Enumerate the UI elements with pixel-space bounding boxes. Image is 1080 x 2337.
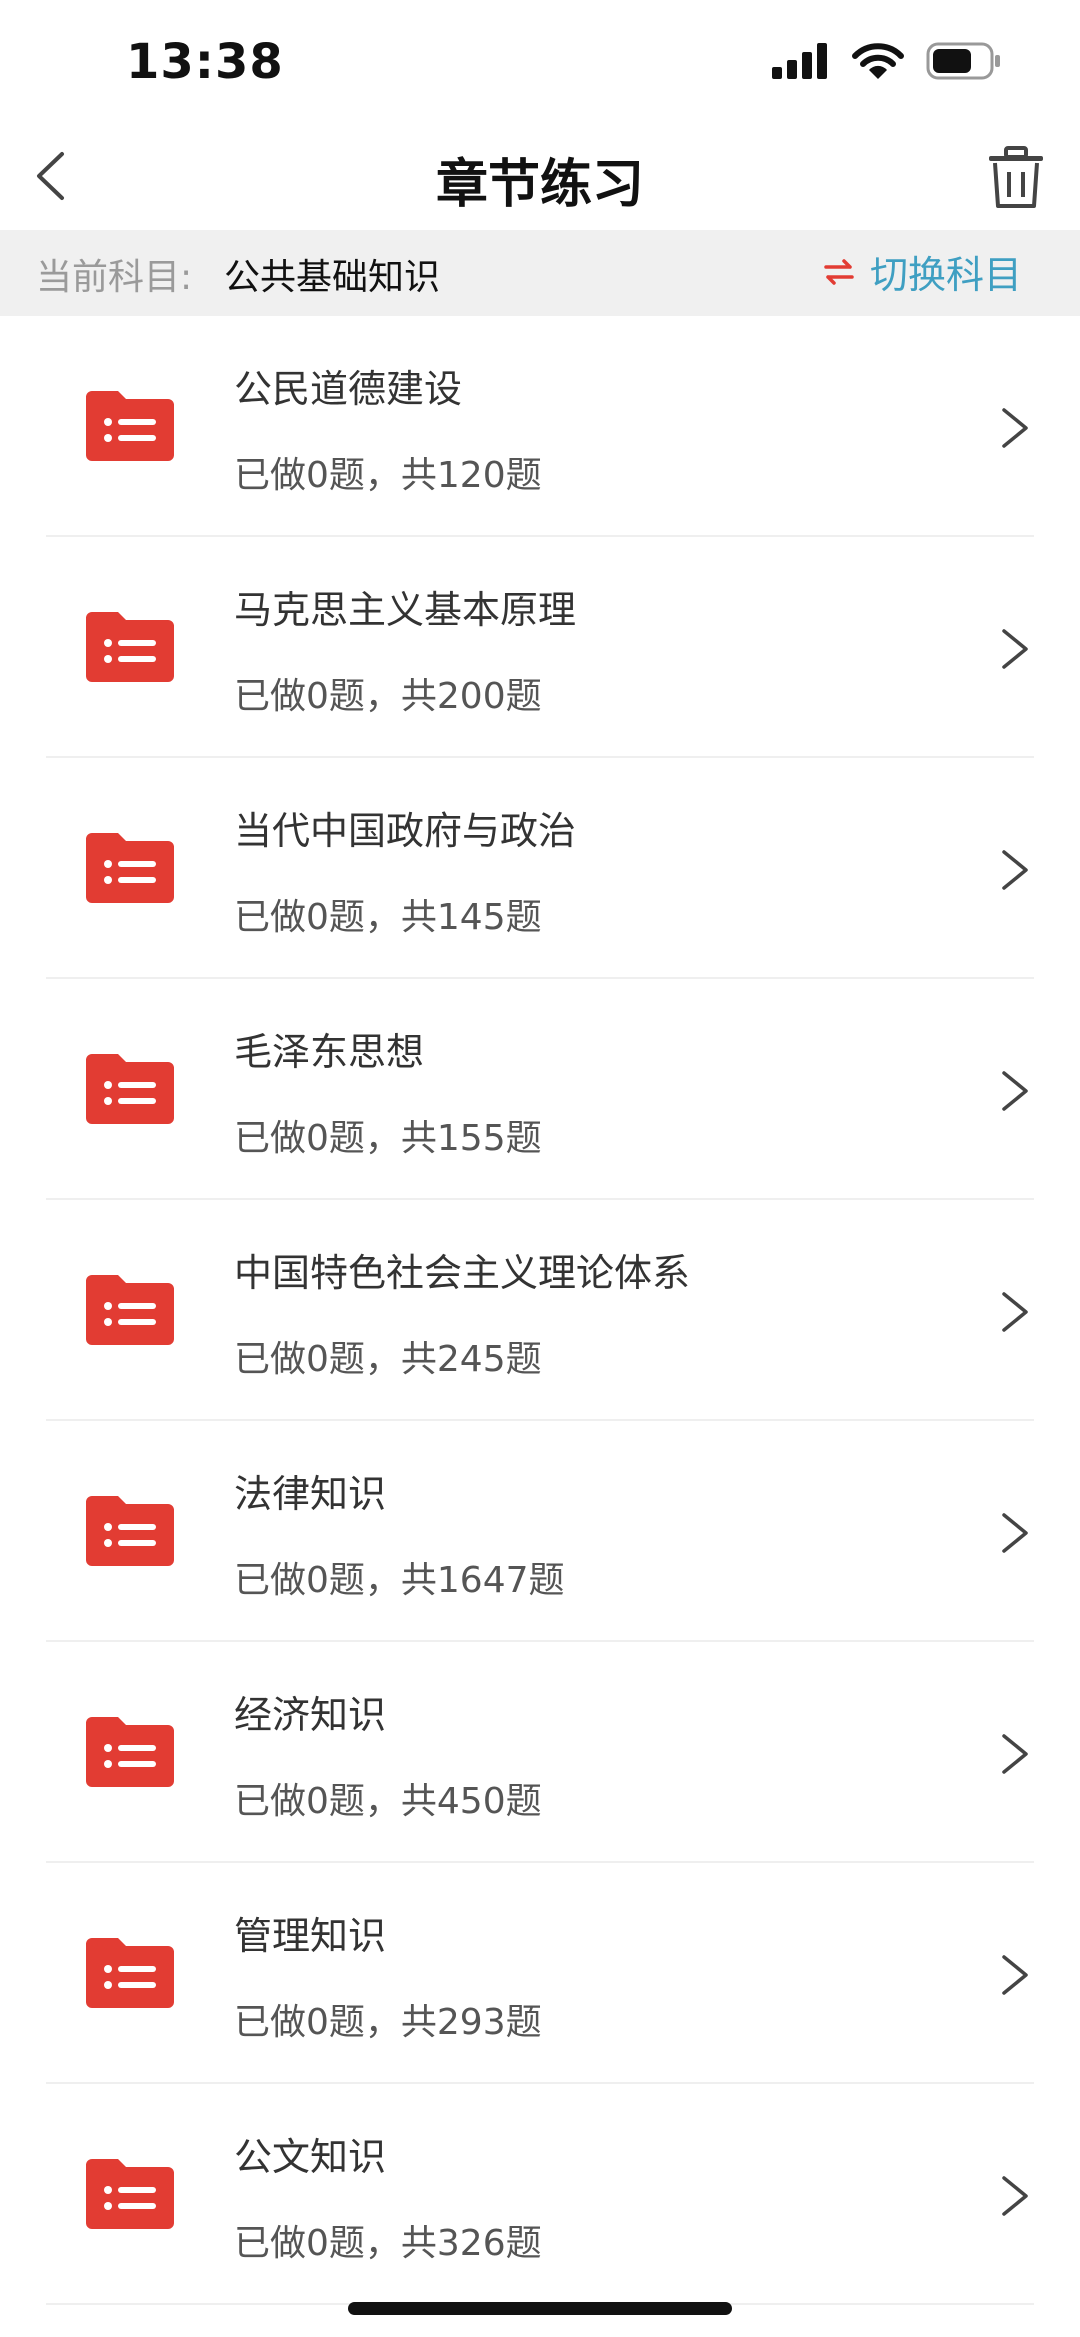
page-title: 章节练习 <box>435 155 644 215</box>
switch-subject-button[interactable]: 切换科目 <box>824 244 1022 299</box>
swap-icon <box>824 258 854 285</box>
chapter-item[interactable]: 中国特色社会主义理论体系 已做0题，共245题 <box>0 1200 1080 1421</box>
folder-list-icon <box>86 1496 174 1566</box>
chapter-progress: 已做0题，共326题 <box>234 2223 542 2264</box>
chapter-title: 马克思主义基本原理 <box>234 588 577 632</box>
chapter-title: 中国特色社会主义理论体系 <box>234 1251 691 1295</box>
chevron-right-icon <box>1002 1734 1028 1774</box>
folder-list-icon <box>86 612 174 682</box>
chapter-item[interactable]: 当代中国政府与政治 已做0题，共145题 <box>0 758 1080 979</box>
chapter-item[interactable]: 管理知识 已做0题，共293题 <box>0 1863 1080 2084</box>
chapter-progress: 已做0题，共145题 <box>234 897 542 938</box>
subject-value: 公共基础知识 <box>224 257 441 298</box>
chapter-progress: 已做0题，共293题 <box>234 2002 542 2043</box>
chapter-title: 当代中国政府与政治 <box>234 809 577 853</box>
status-time: 13:38 <box>126 34 284 90</box>
folder-list-icon <box>86 1275 174 1345</box>
chapter-progress: 已做0题，共120题 <box>234 455 542 496</box>
chevron-right-icon <box>1002 2176 1028 2216</box>
wifi-icon <box>852 43 904 79</box>
folder-list-icon <box>86 391 174 461</box>
chapter-progress: 已做0题，共1647题 <box>234 1560 565 1601</box>
delete-button[interactable] <box>986 146 1046 210</box>
folder-list-icon <box>86 1938 174 2008</box>
chapter-item[interactable]: 公民道德建设 已做0题，共120题 <box>0 316 1080 537</box>
chevron-right-icon <box>1002 1292 1028 1332</box>
trash-icon <box>989 146 1043 208</box>
home-indicator <box>348 2302 732 2315</box>
chapter-progress: 已做0题，共155题 <box>234 1118 542 1159</box>
chapter-item[interactable]: 法律知识 已做0题，共1647题 <box>0 1421 1080 1642</box>
chevron-right-icon <box>1002 850 1028 890</box>
chevron-right-icon <box>1002 1513 1028 1553</box>
signal-icon <box>772 43 827 79</box>
chapter-title: 管理知识 <box>234 1914 387 1958</box>
chapter-item[interactable]: 马克思主义基本原理 已做0题，共200题 <box>0 537 1080 758</box>
subject-bar: 当前科目: 公共基础知识 切换科目 <box>0 230 1080 316</box>
chapter-title: 毛泽东思想 <box>234 1030 425 1074</box>
folder-list-icon <box>86 1054 174 1124</box>
nav-bar: 章节练习 <box>0 120 1080 230</box>
folder-list-icon <box>86 833 174 903</box>
chevron-right-icon <box>1002 1071 1028 1111</box>
chapter-title: 经济知识 <box>234 1693 387 1737</box>
chapter-title: 法律知识 <box>234 1472 387 1516</box>
chapter-item[interactable]: 毛泽东思想 已做0题，共155题 <box>0 979 1080 1200</box>
battery-icon <box>926 42 1000 80</box>
chapter-item[interactable]: 经济知识 已做0题，共450题 <box>0 1642 1080 1863</box>
switch-subject-label: 切换科目 <box>869 253 1022 297</box>
chapter-title: 公民道德建设 <box>234 367 463 411</box>
chevron-right-icon <box>1002 408 1028 448</box>
chevron-right-icon <box>1002 1955 1028 1995</box>
chapter-item[interactable]: 公文知识 已做0题，共326题 <box>0 2084 1080 2305</box>
chapter-list: 公民道德建设 已做0题，共120题 马克思主义基本原理 已做0题，共200题 当… <box>0 316 1080 2305</box>
folder-list-icon <box>86 2159 174 2229</box>
chapter-progress: 已做0题，共450题 <box>234 1781 542 1822</box>
subject-label: 当前科目: <box>36 257 193 298</box>
chapter-progress: 已做0题，共200题 <box>234 676 542 717</box>
chapter-title: 公文知识 <box>234 2135 387 2179</box>
folder-list-icon <box>86 1717 174 1787</box>
chevron-right-icon <box>1002 629 1028 669</box>
status-bar: 13:38 <box>0 0 1080 120</box>
status-icons <box>772 42 1002 80</box>
chapter-progress: 已做0题，共245题 <box>234 1339 542 1380</box>
